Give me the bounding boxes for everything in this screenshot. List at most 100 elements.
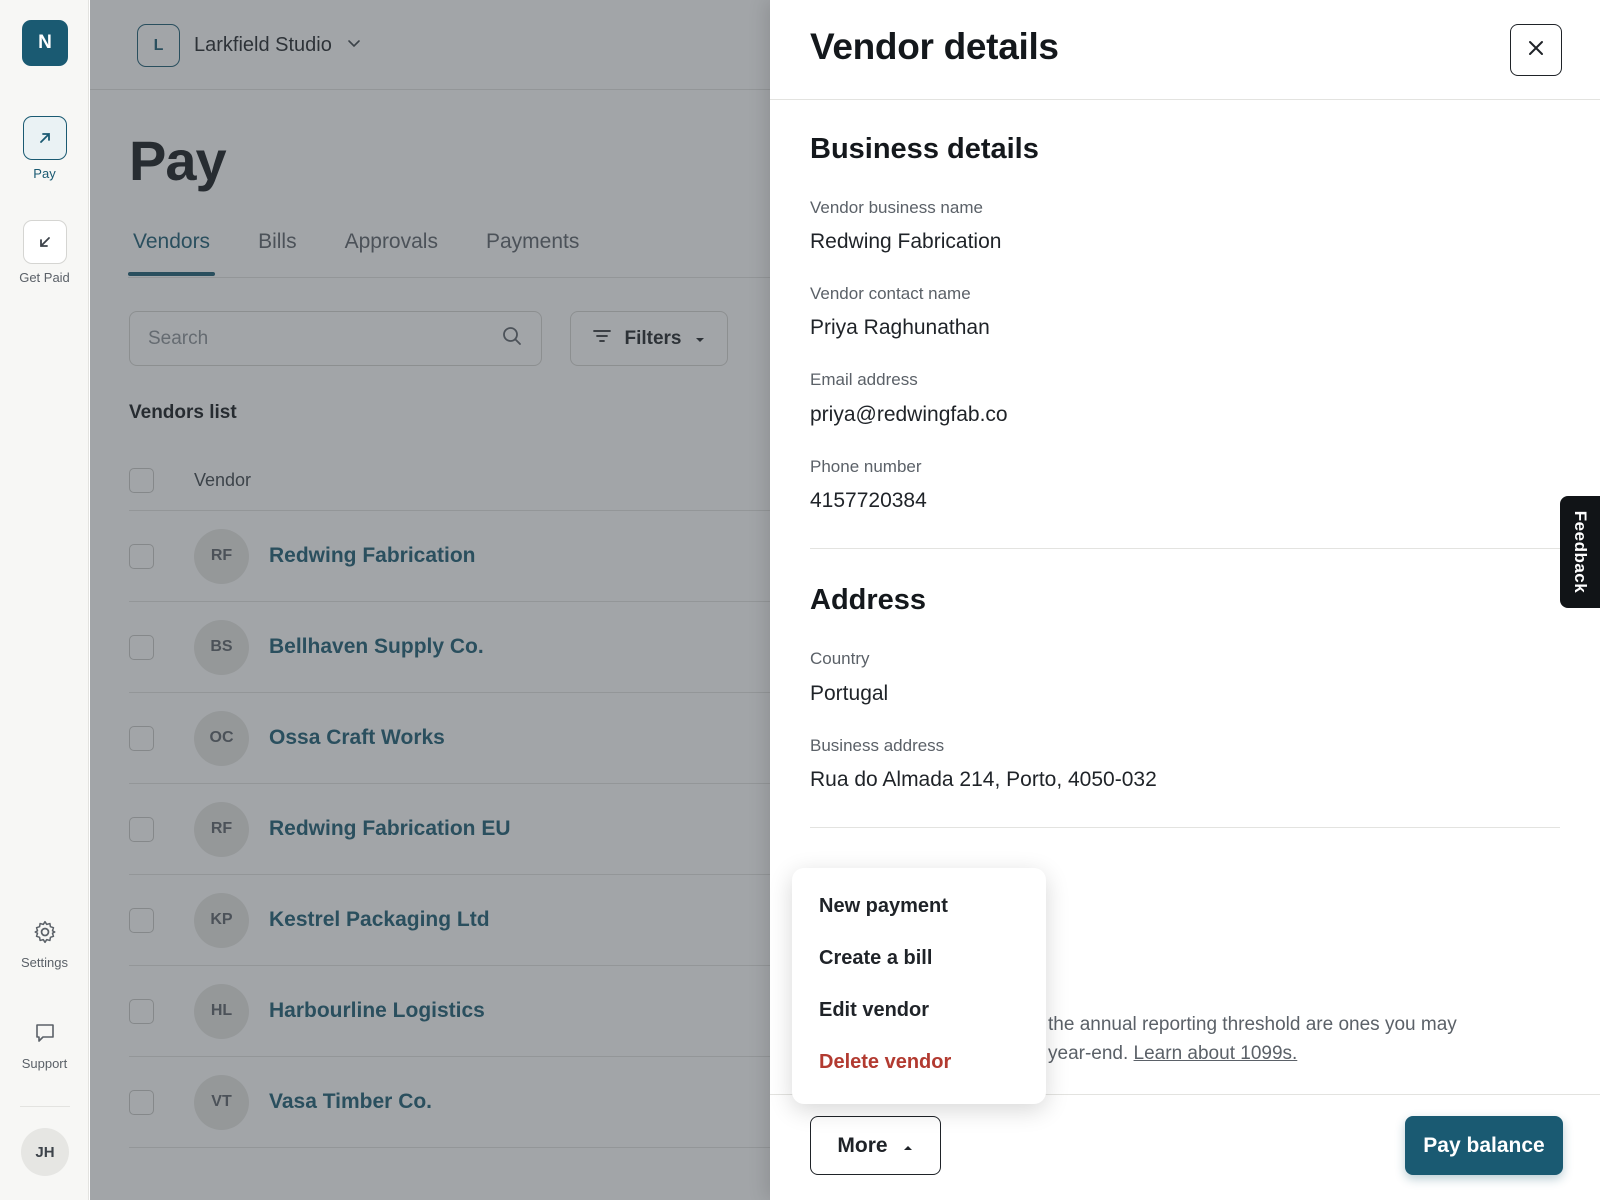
vendor-avatar: VT	[194, 1074, 249, 1130]
pay-balance-button[interactable]: Pay balance	[1405, 1116, 1563, 1175]
table-row[interactable]: HL Harbourline Logistics	[129, 966, 770, 1057]
rail-divider	[20, 1106, 70, 1107]
more-button[interactable]: More	[810, 1116, 941, 1175]
rail-label: Support	[21, 1056, 68, 1071]
vendor-name-link[interactable]: Redwing Fabrication	[269, 544, 476, 568]
vendor-name-link[interactable]: Bellhaven Supply Co.	[269, 635, 484, 659]
table-row[interactable]: KP Kestrel Packaging Ltd	[129, 875, 770, 966]
table-row[interactable]: RF Redwing Fabrication	[129, 511, 770, 602]
tab-bar: Vendors Bills Approvals Payments	[128, 222, 622, 276]
org-badge[interactable]: N	[22, 20, 68, 66]
row-checkbox[interactable]	[129, 907, 154, 933]
search-input[interactable]	[148, 327, 468, 350]
drawer-footer: More Pay balance	[770, 1094, 1600, 1200]
vendor-name-link[interactable]: Redwing Fabrication EU	[269, 817, 511, 841]
org-name: Larkfield Studio	[194, 34, 332, 56]
field-label: Email address	[810, 370, 918, 389]
more-label: More	[837, 1133, 888, 1157]
field-label: Business address	[810, 736, 945, 755]
vendor-avatar: RF	[194, 528, 249, 584]
tab-bills[interactable]: Bills	[253, 222, 302, 276]
vendor-contact-name: Priya Raghunathan	[810, 316, 990, 339]
left-rail: N Pay Get Paid Settings Support JH	[0, 0, 89, 1200]
row-checkbox[interactable]	[129, 816, 154, 842]
org-logo: L	[137, 24, 180, 67]
address-heading: Address	[810, 584, 927, 616]
field-label: Vendor contact name	[810, 284, 971, 303]
rail-item-get-paid[interactable]: Get Paid	[0, 220, 89, 285]
column-header-vendor: Vendor	[194, 469, 252, 490]
table-row[interactable]: VT Vasa Timber Co.	[129, 1057, 770, 1148]
vendor-name-link[interactable]: Ossa Craft Works	[269, 726, 445, 750]
feedback-tab[interactable]: Feedback	[1560, 496, 1600, 608]
select-all-checkbox[interactable]	[129, 467, 154, 493]
vendor-email: priya@redwingfab.co	[810, 403, 1008, 426]
row-checkbox[interactable]	[129, 543, 154, 569]
more-menu: New payment Create a bill Edit vendor De…	[792, 868, 1046, 1104]
feedback-label: Feedback	[1571, 510, 1590, 594]
main-content: L Larkfield Studio Pay Vendors Bills App…	[90, 0, 770, 1200]
table-row[interactable]: OC Ossa Craft Works	[129, 693, 770, 784]
vendor-avatar: OC	[194, 710, 249, 766]
vendor-country: Portugal	[810, 682, 889, 705]
rail-label: Settings	[21, 955, 68, 970]
table-row[interactable]: BS Bellhaven Supply Co.	[129, 602, 770, 693]
menu-item-new-payment[interactable]: New payment	[792, 880, 1046, 932]
field-label: Vendor business name	[810, 198, 983, 217]
close-button[interactable]	[1510, 24, 1562, 76]
filters-label: Filters	[624, 327, 682, 349]
rail-label: Pay	[33, 166, 56, 181]
vendors-table: Vendor RF Redwing Fabrication BS Bellhaven …	[129, 450, 770, 1148]
section-divider	[810, 548, 1560, 549]
drawer-title: Vendor details	[810, 26, 1059, 67]
user-avatar[interactable]: JH	[21, 1128, 69, 1176]
row-checkbox[interactable]	[129, 998, 154, 1024]
vendor-avatar: KP	[194, 892, 249, 948]
search-icon[interactable]	[501, 325, 523, 352]
table-row[interactable]: RF Redwing Fabrication EU	[129, 784, 770, 875]
table-header: Vendor	[129, 450, 770, 511]
vendor-name-link[interactable]: Kestrel Packaging Ltd	[269, 908, 490, 932]
arrow-up-right-icon	[22, 116, 67, 160]
vendor-avatar: HL	[194, 983, 249, 1039]
row-checkbox[interactable]	[129, 634, 154, 660]
gear-icon	[23, 915, 67, 949]
section-divider	[810, 827, 1560, 828]
org-switcher[interactable]: L Larkfield Studio	[137, 24, 362, 67]
tab-approvals[interactable]: Approvals	[340, 222, 443, 276]
vendor-name-link[interactable]: Harbourline Logistics	[269, 999, 485, 1023]
filter-lines-icon	[592, 328, 612, 350]
menu-item-delete-vendor[interactable]: Delete vendor	[792, 1036, 1046, 1088]
search-box	[129, 311, 542, 366]
rail-item-support[interactable]: Support	[0, 1016, 89, 1071]
caret-down-icon	[694, 328, 706, 350]
top-bar: L Larkfield Studio	[90, 0, 770, 90]
caret-up-icon	[902, 1134, 914, 1158]
vendor-name-link[interactable]: Vasa Timber Co.	[269, 1090, 432, 1114]
chat-bubble-icon	[23, 1016, 67, 1050]
learn-1099-link[interactable]: Learn about 1099s.	[1134, 1043, 1298, 1064]
vendor-business-address: Rua do Almada 214, Porto, 4050-032	[810, 768, 1157, 791]
menu-item-edit-vendor[interactable]: Edit vendor	[792, 984, 1046, 1036]
tab-vendors[interactable]: Vendors	[128, 222, 216, 276]
rail-item-settings[interactable]: Settings	[0, 915, 89, 970]
tab-divider	[128, 277, 770, 278]
vendor-avatar: BS	[194, 619, 249, 675]
vendors-list-title: Vendors list	[129, 402, 237, 423]
row-checkbox[interactable]	[129, 1089, 154, 1115]
arrow-down-left-icon	[22, 220, 67, 264]
filters-button[interactable]: Filters	[570, 311, 728, 366]
tax-note-line1: the annual reporting threshold are ones …	[1048, 1014, 1457, 1035]
page-title: Pay	[129, 129, 227, 192]
field-label: Country	[810, 649, 870, 668]
tax-note: the annual reporting threshold are ones …	[1048, 1010, 1528, 1068]
rail-label: Get Paid	[19, 270, 70, 285]
tab-payments[interactable]: Payments	[481, 222, 584, 276]
rail-item-pay[interactable]: Pay	[0, 116, 89, 181]
menu-item-create-bill[interactable]: Create a bill	[792, 932, 1046, 984]
chevron-down-icon	[346, 35, 362, 56]
vendor-phone: 4157720384	[810, 489, 927, 512]
business-details-heading: Business details	[810, 133, 1039, 165]
close-icon	[1527, 39, 1545, 62]
row-checkbox[interactable]	[129, 725, 154, 751]
